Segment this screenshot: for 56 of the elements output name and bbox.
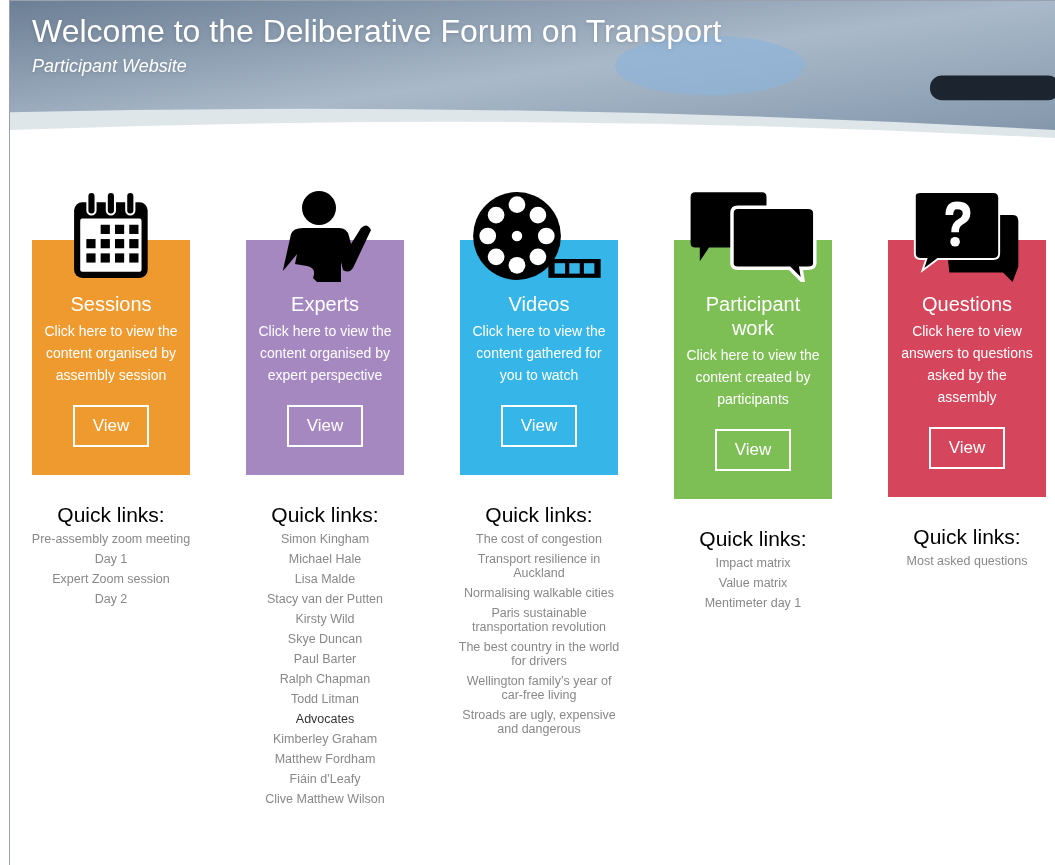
quick-links-heading: Quick links:: [913, 525, 1021, 549]
quick-link[interactable]: Fiáin d’Leafy: [289, 772, 361, 786]
card-description: Click here to view the content gathered for you to watch: [472, 322, 606, 385]
quick-link[interactable]: Expert Zoom session: [52, 572, 170, 586]
quick-link[interactable]: Matthew Fordham: [274, 752, 376, 766]
quick-link[interactable]: Pre-assembly zoom meeting: [31, 532, 191, 546]
quick-link[interactable]: Wellington family’s year of car-free living: [457, 674, 621, 702]
card-description: Click here to view the content organised by expert perspective: [258, 322, 392, 385]
view-button[interactable]: View: [287, 405, 363, 447]
quick-link[interactable]: Kimberley Graham: [272, 732, 378, 746]
section-card[interactable]: Questions Click here to view answers to questions asked by the assembly View: [888, 190, 1046, 497]
quick-link[interactable]: Kirsty Wild: [295, 612, 355, 626]
quick-link[interactable]: Clive Matthew Wilson: [265, 792, 385, 806]
card-description: Click here to view the content organised by assembly session: [44, 322, 178, 385]
quick-links-heading: Quick links:: [57, 503, 165, 527]
quick-link[interactable]: Paul Barter: [293, 652, 357, 666]
quick-links-heading: Quick links:: [271, 503, 379, 527]
view-button[interactable]: View: [501, 405, 577, 447]
quick-link[interactable]: Day 1: [94, 552, 128, 566]
page-subtitle: Participant Website: [32, 55, 188, 78]
view-button[interactable]: View: [929, 427, 1005, 469]
view-button[interactable]: View: [73, 405, 149, 447]
quick-links-heading: Quick links:: [485, 503, 593, 527]
quick-link[interactable]: Normalising walkable cities: [463, 586, 615, 600]
quick-link[interactable]: Impact matrix: [715, 556, 791, 570]
quick-link[interactable]: The cost of congestion: [476, 532, 602, 546]
quick-link[interactable]: Stacy van der Putten: [266, 592, 383, 606]
section-card[interactable]: Experts Click here to view the content organised by expert perspective View: [246, 190, 404, 475]
quick-link[interactable]: Stroads are ugly, expensive and dangerous: [457, 708, 621, 736]
quick-link[interactable]: Skye Duncan: [287, 632, 363, 646]
list-subheading: Advocates: [295, 712, 355, 726]
section-card[interactable]: Participant work Click here to view the content created by participants View: [674, 190, 832, 499]
section-card[interactable]: Videos Click here to view the content gathered for you to watch View: [460, 190, 618, 475]
quick-link[interactable]: Mentimeter day 1: [704, 596, 802, 610]
page-title: Welcome to the Deliberative Forum on Transport: [32, 12, 723, 51]
card-description: Click here to view answers to questions asked by the assembly: [900, 322, 1034, 407]
card-title: Questions: [921, 292, 1013, 316]
quick-link[interactable]: The best country in the world for drivers: [457, 640, 621, 668]
quick-link[interactable]: Ralph Chapman: [279, 672, 371, 686]
quick-link[interactable]: Paris sustainable transportation revolution: [457, 606, 621, 634]
quick-link[interactable]: Simon Kingham: [280, 532, 370, 546]
card-title: Experts: [291, 292, 359, 316]
card-description: Click here to view the content created by participants: [686, 346, 820, 409]
quick-link[interactable]: Most asked questions: [906, 554, 1028, 568]
quick-link[interactable]: Michael Hale: [288, 552, 362, 566]
view-button[interactable]: View: [715, 429, 791, 471]
section-card[interactable]: Sessions Click here to view the content organised by assembly session View: [32, 190, 190, 475]
card-title: Videos: [508, 292, 570, 316]
quick-link[interactable]: Value matrix: [718, 576, 788, 590]
quick-link[interactable]: Lisa Malde: [294, 572, 356, 586]
quick-link[interactable]: Transport resilience in Auckland: [457, 552, 621, 580]
card-title: Sessions: [70, 292, 152, 316]
card-title: Participant work: [704, 292, 802, 340]
quick-link[interactable]: Day 2: [94, 592, 128, 606]
quick-links-heading: Quick links:: [699, 527, 807, 551]
quick-link[interactable]: Todd Litman: [290, 692, 360, 706]
